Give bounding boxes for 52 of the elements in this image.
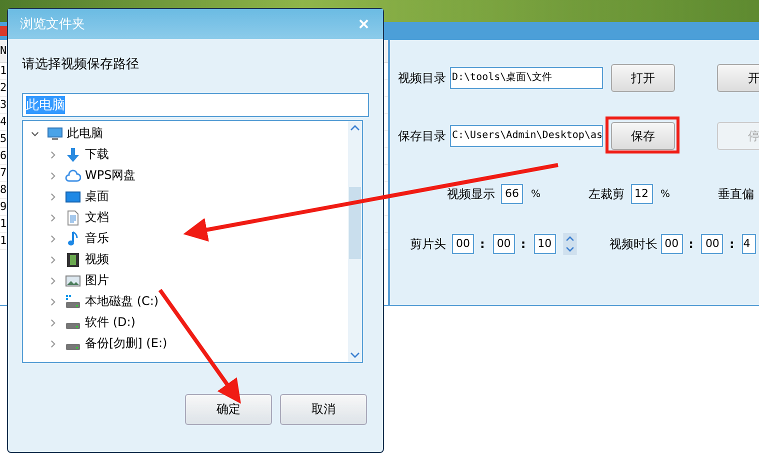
dialog-title: 浏览文件夹 bbox=[20, 16, 85, 33]
drive-icon bbox=[65, 294, 81, 310]
path-field[interactable]: D:\tools\桌面\文件 bbox=[450, 67, 603, 89]
dialog-button[interactable]: 取消 bbox=[280, 394, 367, 425]
number-field[interactable]: 12 bbox=[630, 184, 653, 204]
field-label: 剪片头 bbox=[410, 236, 446, 252]
time-field[interactable]: 00 bbox=[660, 234, 683, 254]
time-field[interactable]: 10 bbox=[534, 234, 556, 254]
scroll-up-icon[interactable] bbox=[350, 125, 360, 131]
document-icon bbox=[67, 210, 79, 226]
field-label: 视频显示 bbox=[447, 186, 495, 202]
time-separator: : bbox=[688, 237, 694, 251]
computer-icon bbox=[47, 126, 63, 142]
time-field[interactable]: 4 bbox=[742, 234, 756, 254]
unit-label: % bbox=[531, 188, 541, 200]
scrollbar[interactable] bbox=[348, 121, 362, 362]
scroll-down-icon[interactable] bbox=[350, 352, 360, 358]
tree-item[interactable]: 视频 bbox=[23, 249, 348, 270]
tree-item[interactable]: 备份[勿删] (E:) bbox=[23, 333, 348, 354]
chevron-icon[interactable] bbox=[31, 130, 39, 138]
field-label: 视频时长 bbox=[610, 236, 658, 252]
time-separator: : bbox=[480, 237, 485, 251]
time-field[interactable]: 00 bbox=[701, 234, 724, 254]
drive-icon bbox=[65, 342, 81, 350]
number-field[interactable]: 66 bbox=[501, 184, 523, 204]
unit-label: % bbox=[660, 188, 670, 200]
field-label: 垂直偏 bbox=[718, 186, 754, 202]
tree-item[interactable]: 此电脑 bbox=[23, 123, 348, 144]
tree-item[interactable]: 下载 bbox=[23, 144, 348, 165]
cloud-icon bbox=[65, 168, 81, 184]
music-note-icon bbox=[67, 230, 79, 246]
path-field[interactable]: C:\Users\Admin\Desktop\as bbox=[450, 125, 603, 147]
field-label: 左裁剪 bbox=[588, 186, 625, 202]
tree-item[interactable]: 本地磁盘 (C:) bbox=[23, 291, 348, 312]
time-field[interactable]: 00 bbox=[492, 234, 515, 254]
film-icon bbox=[65, 252, 81, 268]
tree-item[interactable]: WPS网盘 bbox=[23, 165, 348, 186]
picture-icon bbox=[65, 272, 81, 288]
dialog-button[interactable]: 确定 bbox=[185, 394, 272, 425]
time-field[interactable]: 00 bbox=[452, 234, 474, 254]
time-separator: : bbox=[729, 237, 734, 251]
open-button[interactable]: 打开 bbox=[611, 64, 675, 92]
down-arrow-icon bbox=[65, 146, 81, 162]
tree-item[interactable]: 图片 bbox=[23, 270, 348, 291]
tree-item[interactable]: 软件 (D:) bbox=[23, 312, 348, 333]
field-label: 视频目录 bbox=[398, 70, 446, 86]
monitor-icon bbox=[65, 188, 81, 204]
prompt-text: 请选择视频保存路径 bbox=[22, 56, 140, 73]
time-separator: : bbox=[520, 237, 526, 251]
drive-icon bbox=[65, 322, 81, 330]
save-button[interactable]: 保存 bbox=[611, 122, 675, 150]
field-label: 保存目录 bbox=[398, 128, 446, 144]
